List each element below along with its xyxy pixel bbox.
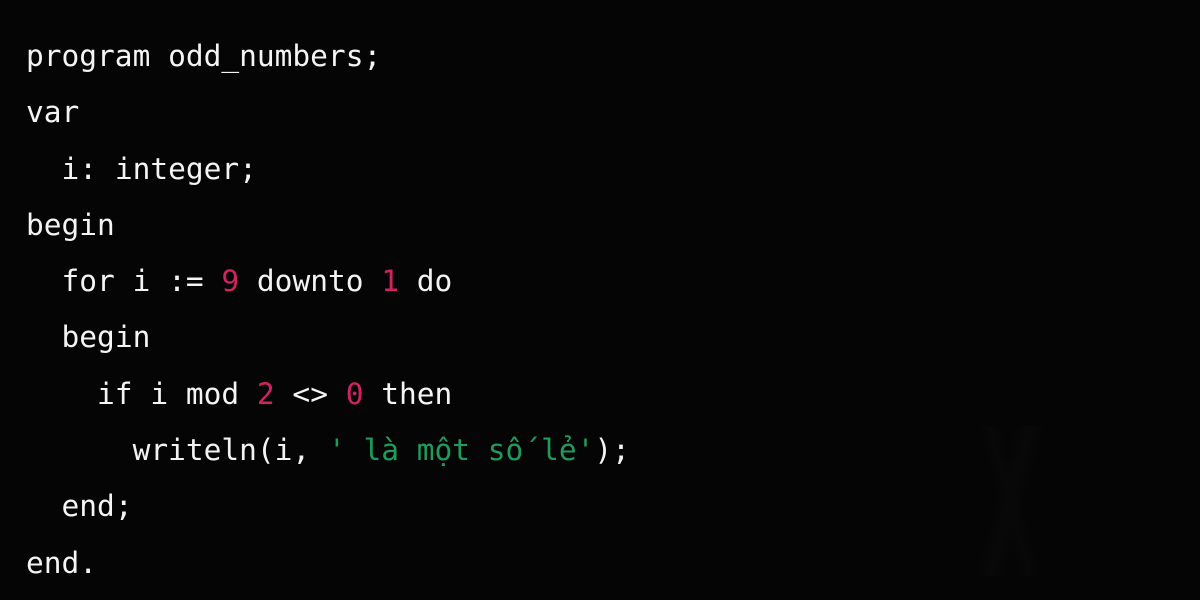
code-line: end; bbox=[0, 478, 1200, 534]
code-token-number: 0 bbox=[345, 376, 364, 411]
code-token-plain: ); bbox=[594, 433, 630, 468]
code-line: i: integer; bbox=[0, 141, 1200, 197]
code-token-number: 1 bbox=[381, 264, 400, 299]
code-line: if i mod 2 <> 0 then bbox=[0, 366, 1200, 422]
code-token-plain: end. bbox=[26, 545, 98, 580]
code-token-plain: <> bbox=[274, 376, 346, 411]
code-line: end. bbox=[0, 535, 1200, 591]
code-token-function: writeln bbox=[132, 433, 257, 468]
code-line: writeln(i, ' là một số lẻ'); bbox=[0, 422, 1200, 478]
code-token-plain: program odd_numbers; bbox=[26, 39, 382, 73]
code-token-plain: do bbox=[399, 264, 453, 299]
code-token-string: ' là một số lẻ' bbox=[327, 433, 595, 468]
code-line: var bbox=[0, 84, 1200, 140]
code-token-plain: end; bbox=[61, 489, 133, 524]
code-token-keyword: begin bbox=[61, 320, 151, 355]
code-token-number: 9 bbox=[221, 264, 240, 299]
code-editor-surface: program odd_numbers;var i: integer; begin… bbox=[0, 0, 1200, 600]
code-token-plain: if i mod bbox=[97, 376, 257, 411]
code-token-keyword: var bbox=[26, 95, 80, 130]
code-token-plain: downto bbox=[239, 264, 382, 299]
code-token-plain: for i := bbox=[61, 264, 222, 299]
code-token-keyword: begin bbox=[26, 207, 115, 242]
code-line: begin bbox=[0, 197, 1200, 253]
code-token-plain: then bbox=[363, 376, 453, 411]
code-token-number: 2 bbox=[256, 376, 275, 411]
code-token-plain: i: integer; bbox=[61, 151, 257, 186]
code-line: begin bbox=[0, 309, 1200, 365]
code-token-plain: (i, bbox=[256, 433, 328, 468]
code-line: for i := 9 downto 1 do bbox=[0, 253, 1200, 309]
code-line: program odd_numbers; bbox=[0, 28, 1200, 84]
code-block: program odd_numbers;var i: integer; begin… bbox=[0, 28, 1200, 591]
